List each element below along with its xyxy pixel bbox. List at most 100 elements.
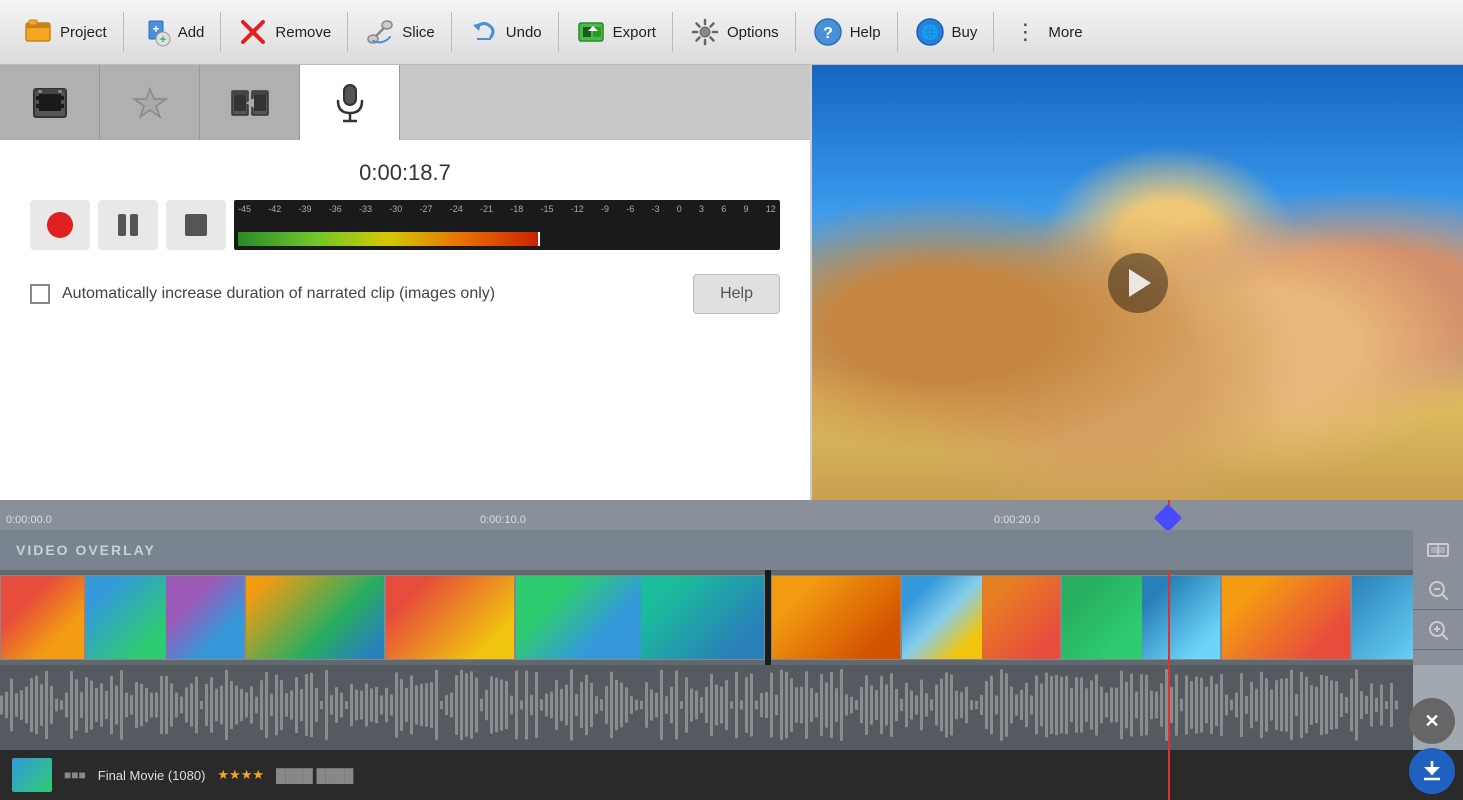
tab-transitions[interactable] bbox=[200, 65, 300, 140]
more-icon: ⋮ bbox=[1010, 16, 1042, 48]
toolbar: Project + + Add Remove bbox=[0, 0, 1463, 65]
help-label: Help bbox=[850, 24, 881, 41]
list-item[interactable] bbox=[1061, 575, 1221, 660]
list-item[interactable] bbox=[385, 575, 515, 660]
timeline-controls bbox=[1413, 570, 1463, 665]
status-thumbnail bbox=[12, 758, 52, 792]
zoom-out-button[interactable] bbox=[1413, 570, 1463, 610]
tab-favorites[interactable] bbox=[100, 65, 200, 140]
slice-button[interactable]: Slice bbox=[350, 8, 449, 56]
close-button[interactable]: ✕ bbox=[1409, 698, 1455, 744]
preview-panel bbox=[812, 65, 1463, 500]
svg-text:?: ? bbox=[823, 25, 833, 42]
buy-button[interactable]: 🌐 Buy bbox=[900, 8, 992, 56]
video-track bbox=[0, 570, 1463, 665]
stop-button[interactable] bbox=[166, 200, 226, 250]
main-area: 0:00:18.7 -45-42-39-36-33 bbox=[0, 65, 1463, 500]
list-item[interactable] bbox=[1351, 575, 1421, 660]
help-button[interactable]: ? Help bbox=[798, 8, 895, 56]
more-button[interactable]: ⋮ More bbox=[996, 8, 1096, 56]
more-label: More bbox=[1048, 24, 1082, 41]
ruler-mark-20: 0:00:20.0 bbox=[994, 514, 1040, 526]
project-icon bbox=[22, 16, 54, 48]
auto-duration-checkbox[interactable] bbox=[30, 284, 50, 304]
list-item[interactable] bbox=[245, 575, 385, 660]
add-icon: + + bbox=[140, 16, 172, 48]
list-item[interactable] bbox=[1221, 575, 1351, 660]
sep6 bbox=[672, 12, 673, 52]
play-button[interactable] bbox=[1108, 253, 1168, 313]
export-label: Export bbox=[613, 24, 656, 41]
rec-controls: -45-42-39-36-33 -30-27-24-21-18 -15-12-9… bbox=[30, 200, 780, 250]
overlay-panel-icon[interactable] bbox=[1413, 530, 1463, 570]
list-item[interactable] bbox=[515, 575, 765, 660]
record-dot-icon bbox=[47, 212, 73, 238]
download-button[interactable] bbox=[1409, 748, 1455, 794]
options-icon bbox=[689, 16, 721, 48]
list-item[interactable] bbox=[901, 575, 1061, 660]
pause-button[interactable] bbox=[98, 200, 158, 250]
remove-icon bbox=[237, 16, 269, 48]
svg-text:+: + bbox=[159, 34, 165, 46]
stop-icon bbox=[185, 214, 207, 236]
project-button[interactable]: Project bbox=[8, 8, 121, 56]
project-label: Project bbox=[60, 24, 107, 41]
export-button[interactable]: Export bbox=[561, 8, 670, 56]
list-item[interactable] bbox=[85, 575, 245, 660]
tab-narration[interactable] bbox=[300, 65, 400, 140]
status-bar: ■■■ Final Movie (1080) ★★★★ ████ ████ bbox=[0, 750, 1463, 800]
play-triangle-icon bbox=[1129, 269, 1151, 297]
sep8 bbox=[897, 12, 898, 52]
record-button[interactable] bbox=[30, 200, 90, 250]
checkbox-row: Automatically increase duration of narra… bbox=[30, 274, 780, 314]
audio-waveform: // Will be rendered via JS below bbox=[0, 665, 1413, 745]
status-extra: ████ ████ bbox=[276, 768, 353, 783]
slice-label: Slice bbox=[402, 24, 435, 41]
left-panel: 0:00:18.7 -45-42-39-36-33 bbox=[0, 65, 812, 500]
pause-icon bbox=[118, 214, 138, 236]
add-label: Add bbox=[178, 24, 205, 41]
remove-label: Remove bbox=[275, 24, 331, 41]
sep7 bbox=[795, 12, 796, 52]
buy-icon: 🌐 bbox=[914, 16, 946, 48]
help-inline-button[interactable]: Help bbox=[693, 274, 780, 314]
sep1 bbox=[123, 12, 124, 52]
sep4 bbox=[451, 12, 452, 52]
vu-meter: -45-42-39-36-33 -30-27-24-21-18 -15-12-9… bbox=[234, 200, 780, 250]
status-text: ■■■ bbox=[64, 768, 86, 782]
undo-icon bbox=[468, 16, 500, 48]
vu-indicator bbox=[538, 232, 540, 246]
status-movie-name: Final Movie (1080) bbox=[98, 768, 206, 783]
tabs-bar bbox=[0, 65, 810, 140]
fit-button[interactable] bbox=[1413, 650, 1463, 665]
time-display: 0:00:18.7 bbox=[359, 160, 451, 186]
add-button[interactable]: + + Add bbox=[126, 8, 219, 56]
checkbox-label: Automatically increase duration of narra… bbox=[62, 285, 681, 303]
tab-media[interactable] bbox=[0, 65, 100, 140]
sep2 bbox=[220, 12, 221, 52]
undo-label: Undo bbox=[506, 24, 542, 41]
status-rating: ★★★★ bbox=[217, 767, 264, 783]
list-item[interactable] bbox=[771, 575, 901, 660]
slice-icon bbox=[364, 16, 396, 48]
timeline-ruler: 0:00:00.0 0:00:10.0 0:00:20.0 bbox=[0, 500, 1463, 530]
remove-button[interactable]: Remove bbox=[223, 8, 345, 56]
sep9 bbox=[993, 12, 994, 52]
ruler-mark-10: 0:00:10.0 bbox=[480, 514, 526, 526]
sep5 bbox=[558, 12, 559, 52]
options-button[interactable]: Options bbox=[675, 8, 793, 56]
overlay-label: VIDEO OVERLAY bbox=[16, 542, 156, 558]
help-icon: ? bbox=[812, 16, 844, 48]
recorder-panel: 0:00:18.7 -45-42-39-36-33 bbox=[0, 140, 810, 500]
buy-label: Buy bbox=[952, 24, 978, 41]
zoom-in-button[interactable] bbox=[1413, 610, 1463, 650]
sep3 bbox=[347, 12, 348, 52]
ruler-mark-0: 0:00:00.0 bbox=[6, 514, 52, 526]
vu-labels: -45-42-39-36-33 -30-27-24-21-18 -15-12-9… bbox=[234, 200, 780, 218]
undo-button[interactable]: Undo bbox=[454, 8, 556, 56]
svg-text:🌐: 🌐 bbox=[921, 24, 938, 41]
film-strip bbox=[0, 570, 1463, 665]
vu-bar bbox=[238, 232, 538, 246]
list-item[interactable] bbox=[0, 575, 85, 660]
options-label: Options bbox=[727, 24, 779, 41]
